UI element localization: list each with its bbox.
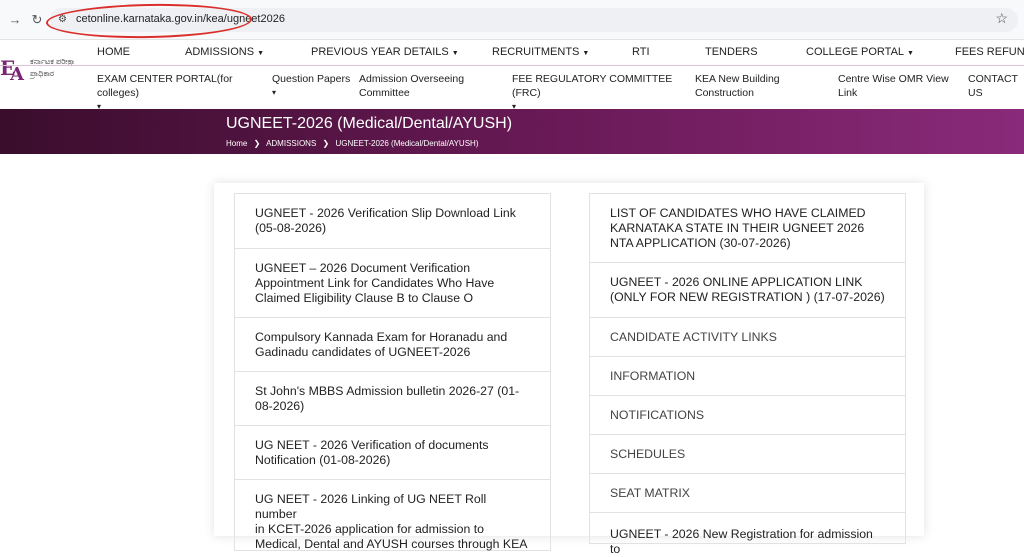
logo-letter-a: A [10, 64, 24, 85]
reload-icon[interactable]: ↻ [26, 9, 48, 31]
right-link-list: LIST OF CANDIDATES WHO HAVE CLAIMED KARNA… [589, 193, 906, 556]
page-banner: UGNEET-2026 (Medical/Dental/AYUSH) Home … [0, 109, 1024, 154]
list-item[interactable]: Compulsory Kannada Exam for Horanadu and… [235, 318, 550, 372]
nav-exam-center-portal[interactable]: EXAM CENTER PORTAL(for colleges) ▾ [97, 72, 267, 114]
kea-logo[interactable]: E A [0, 56, 24, 85]
chevron-down-icon: ▼ [257, 50, 265, 57]
nav-kea-new-building[interactable]: KEA New Building Construction [695, 72, 805, 100]
star-icon[interactable]: ☆ [995, 10, 1008, 27]
breadcrumb-home[interactable]: Home [226, 139, 247, 148]
nav-divider [0, 65, 1024, 66]
nav-admissions[interactable]: ADMISSIONS ▼ [185, 46, 264, 58]
nav-fees-refund[interactable]: FEES REFUND▼ [955, 46, 1024, 58]
nav-question-papers[interactable]: Question Papers ▾ [272, 72, 352, 100]
nav-recruitments[interactable]: RECRUITMENTS ▼ [492, 46, 589, 58]
breadcrumb: Home ❯ ADMISSIONS ❯ UGNEET-2026 (Medical… [226, 139, 482, 148]
list-item[interactable]: LIST OF CANDIDATES WHO HAVE CLAIMED KARNA… [590, 194, 905, 263]
list-item-information[interactable]: INFORMATION [590, 357, 905, 396]
list-item[interactable]: UG NEET - 2026 Verification of documents… [235, 426, 550, 480]
list-item-schedules[interactable]: SCHEDULES [590, 435, 905, 474]
breadcrumb-admissions[interactable]: ADMISSIONS [266, 139, 316, 148]
chevron-down-icon: ▼ [907, 50, 914, 57]
list-item-candidate-activity-links[interactable]: CANDIDATE ACTIVITY LINKS [590, 318, 905, 357]
chevron-down-icon: ▼ [582, 50, 590, 57]
nav-rti[interactable]: RTI [632, 46, 650, 58]
nav-contact-us[interactable]: CONTACT US [968, 72, 1024, 100]
left-link-list: UGNEET - 2026 Verification Slip Download… [234, 193, 551, 551]
breadcrumb-separator-icon: ❯ [322, 139, 330, 148]
logo-text-line2: ಪ್ರಾಧಿಕಾರ [30, 69, 55, 78]
breadcrumb-current: UGNEET-2026 (Medical/Dental/AYUSH) [335, 139, 479, 148]
nav-home[interactable]: HOME [97, 46, 130, 58]
chevron-down-icon: ▼ [451, 50, 459, 57]
list-item[interactable]: St John's MBBS Admission bulletin 2026-2… [235, 372, 550, 426]
nav-tenders[interactable]: TENDERS [705, 46, 758, 58]
list-item[interactable]: UG NEET - 2026 Linking of UG NEET Roll n… [235, 480, 550, 551]
list-item[interactable]: UGNEET - 2026 New Registration for admis… [590, 513, 905, 556]
nav-admission-overseeing-committee[interactable]: Admission Overseeing Committee [359, 72, 479, 100]
nav-fee-regulatory-committee[interactable]: FEE REGULATORY COMMITTEE (FRC) ▾ [512, 72, 692, 114]
list-item-seat-matrix[interactable]: SEAT MATRIX [590, 474, 905, 513]
list-item[interactable]: UGNEET - 2026 ONLINE APPLICATION LINK (ON… [590, 263, 905, 318]
nav-previous-year-details[interactable]: PREVIOUS YEAR DETAILS ▼ [311, 46, 459, 58]
nav-omr-view-link[interactable]: Centre Wise OMR View Link [838, 72, 958, 100]
list-item[interactable]: UGNEET – 2026 Document Verification Appoi… [235, 249, 550, 318]
nav-college-portal[interactable]: COLLEGE PORTAL ▼ [806, 46, 914, 58]
breadcrumb-separator-icon: ❯ [253, 139, 261, 148]
page-title: UGNEET-2026 (Medical/Dental/AYUSH) [226, 115, 513, 132]
browser-toolbar: → ↻ ⚙ cetonline.karnataka.gov.in/kea/ugn… [0, 0, 1024, 40]
forward-arrow-icon[interactable]: → [4, 9, 26, 31]
list-item-notifications[interactable]: NOTIFICATIONS [590, 396, 905, 435]
list-item[interactable]: UGNEET - 2026 Verification Slip Download… [235, 194, 550, 249]
